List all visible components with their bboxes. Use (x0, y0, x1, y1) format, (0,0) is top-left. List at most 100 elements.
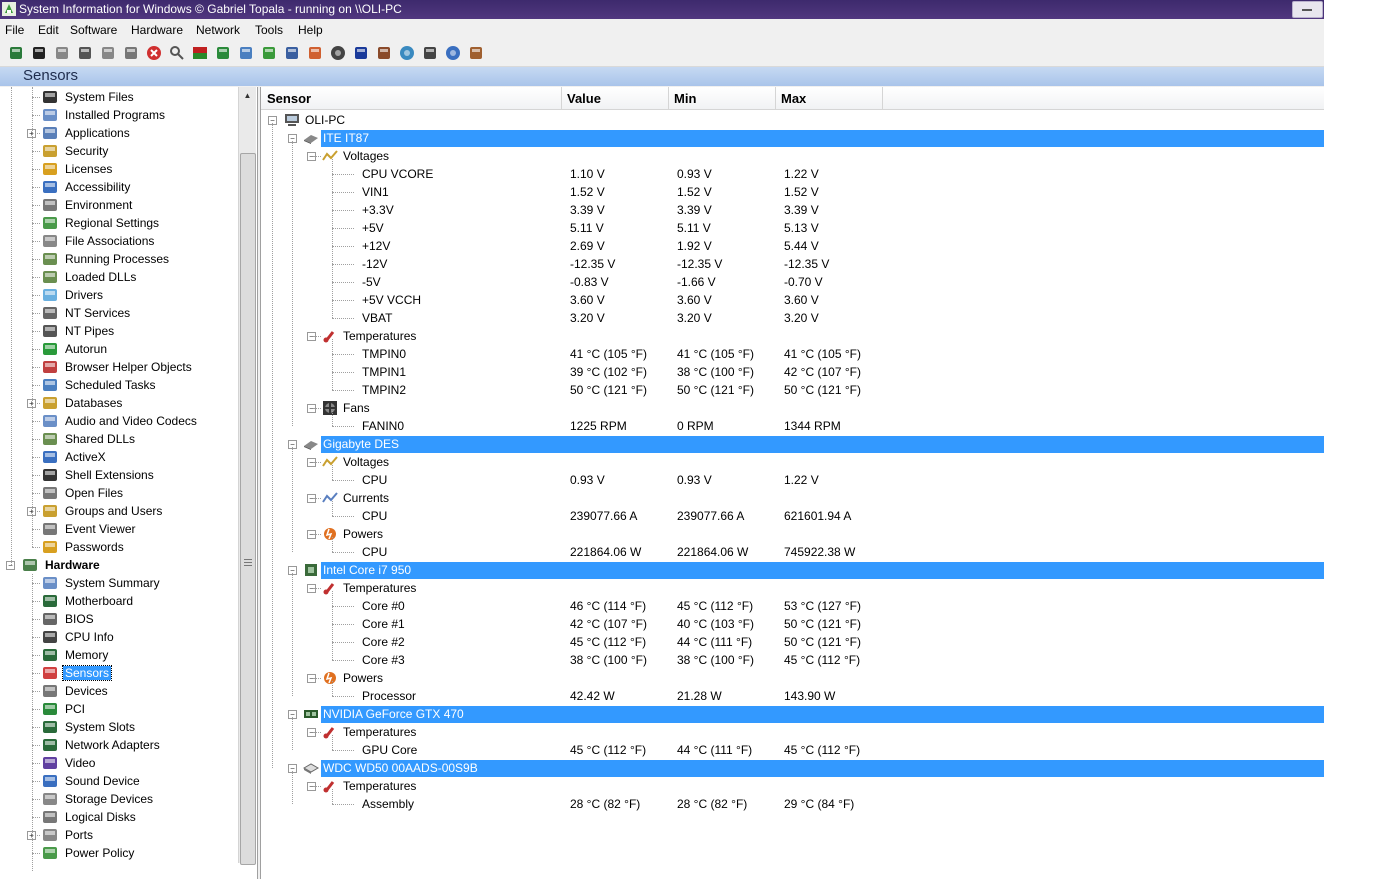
tree-item-ports[interactable]: + Ports (0, 826, 238, 844)
tree-item-installed-programs[interactable]: Installed Programs (0, 106, 238, 124)
sensor-row-12v[interactable]: +12V 2.69 V 1.92 V 5.44 V (261, 237, 1324, 255)
group-row-temperatures[interactable]: − Temperatures (261, 579, 1324, 597)
group-row-powers[interactable]: − Powers (261, 525, 1324, 543)
menu-network[interactable]: Network (196, 23, 240, 37)
sensor-row-vbat[interactable]: VBAT 3.20 V 3.20 V 3.20 V (261, 309, 1324, 327)
tree-item-drivers[interactable]: Drivers (0, 286, 238, 304)
tree-item-passwords[interactable]: Passwords (0, 538, 238, 556)
tree-item-shared-dlls[interactable]: Shared DLLs (0, 430, 238, 448)
sensor-row-core-3[interactable]: Core #3 38 °C (100 °F) 38 °C (100 °F) 45 °C… (261, 651, 1324, 669)
tree-item-browser-helper-objects[interactable]: Browser Helper Objects (0, 358, 238, 376)
sensor-row-vin1[interactable]: VIN1 1.52 V 1.52 V 1.52 V (261, 183, 1324, 201)
sensor-row-fanin0[interactable]: FANIN0 1225 RPM 0 RPM 1344 RPM (261, 417, 1324, 435)
device-row-nvidia-geforce-gtx-470[interactable]: − NVIDIA GeForce GTX 470 (261, 705, 1324, 723)
tree-item-video[interactable]: Video (0, 754, 238, 772)
menu-edit[interactable]: Edit (38, 23, 59, 37)
tree-item-pci[interactable]: PCI (0, 700, 238, 718)
tree-item-accessibility[interactable]: Accessibility (0, 178, 238, 196)
column-divider[interactable] (775, 87, 776, 109)
tree-item-scheduled-tasks[interactable]: Scheduled Tasks (0, 376, 238, 394)
tree-item-applications[interactable]: + Applications (0, 124, 238, 142)
tree-item-cpu-info[interactable]: CPU Info (0, 628, 238, 646)
tree-item-storage-devices[interactable]: Storage Devices (0, 790, 238, 808)
tree-item-audio-and-video-codecs[interactable]: Audio and Video Codecs (0, 412, 238, 430)
globe-icon[interactable] (399, 45, 415, 61)
shield-icon[interactable] (353, 45, 369, 61)
sensor-row-tmpin0[interactable]: TMPIN0 41 °C (105 °F) 41 °C (105 °F) 41 °C … (261, 345, 1324, 363)
copy-icon[interactable] (77, 45, 93, 61)
tree-item-power-policy[interactable]: Power Policy (0, 844, 238, 862)
tree-item-sound-device[interactable]: Sound Device (0, 772, 238, 790)
sensor-row-5v[interactable]: +5V 5.11 V 5.11 V 5.13 V (261, 219, 1324, 237)
exit-icon[interactable] (8, 45, 24, 61)
menu-hardware[interactable]: Hardware (131, 23, 183, 37)
cut-icon[interactable] (54, 45, 70, 61)
tree-item-running-processes[interactable]: Running Processes (0, 250, 238, 268)
stop-icon[interactable] (146, 45, 162, 61)
computer-row-oli-pc[interactable]: − OLI-PC (261, 111, 1324, 129)
info-icon[interactable] (307, 45, 323, 61)
tree-item-databases[interactable]: + Databases (0, 394, 238, 412)
device-row-wdc-wd50-00aads-00s9b[interactable]: − WDC WD50 00AADS-00S9B (261, 759, 1324, 777)
sensor-row-core-1[interactable]: Core #1 42 °C (107 °F) 40 °C (103 °F) 50 °C… (261, 615, 1324, 633)
sync-icon[interactable] (261, 45, 277, 61)
group-row-temperatures[interactable]: − Temperatures (261, 327, 1324, 345)
help-icon[interactable] (445, 45, 461, 61)
tree-item-environment[interactable]: Environment (0, 196, 238, 214)
gallery-icon[interactable] (376, 45, 392, 61)
tree-item-bios[interactable]: BIOS (0, 610, 238, 628)
tree-item-security[interactable]: Security (0, 142, 238, 160)
tree-item-motherboard[interactable]: Motherboard (0, 592, 238, 610)
tree-item-network-adapters[interactable]: Network Adapters (0, 736, 238, 754)
device-row-intel-core-i7-950[interactable]: − Intel Core i7 950 (261, 561, 1324, 579)
monitor-icon[interactable] (422, 45, 438, 61)
tree-scrollbar[interactable]: ▲ (238, 87, 256, 865)
tree-item-regional-settings[interactable]: Regional Settings (0, 214, 238, 232)
device-row-ite-it87[interactable]: − ITE IT87 (261, 129, 1324, 147)
tree-item-file-associations[interactable]: File Associations (0, 232, 238, 250)
sensor-row-assembly[interactable]: Assembly 28 °C (82 °F) 28 °C (82 °F) 29 °C … (261, 795, 1324, 813)
column-divider[interactable] (668, 87, 669, 109)
column-divider[interactable] (882, 87, 883, 109)
sensor-row-cpu[interactable]: CPU 221864.06 W 221864.06 W 745922.38 W (261, 543, 1324, 561)
column-header-value[interactable]: Value (567, 91, 601, 106)
tree-item-groups-and-users[interactable]: + Groups and Users (0, 502, 238, 520)
sensor-row-cpu-vcore[interactable]: CPU VCORE 1.10 V 0.93 V 1.22 V (261, 165, 1324, 183)
print-icon[interactable] (123, 45, 139, 61)
sensor-row-cpu[interactable]: CPU 0.93 V 0.93 V 1.22 V (261, 471, 1324, 489)
group-row-voltages[interactable]: − Voltages (261, 453, 1324, 471)
coffee-icon[interactable] (468, 45, 484, 61)
tree-item-activex[interactable]: ActiveX (0, 448, 238, 466)
title-bar[interactable]: System Information for Windows © Gabriel… (0, 0, 1324, 19)
tree-item-open-files[interactable]: Open Files (0, 484, 238, 502)
clock-icon[interactable] (330, 45, 346, 61)
sensor-row-5v[interactable]: -5V -0.83 V -1.66 V -0.70 V (261, 273, 1324, 291)
network-icon[interactable] (238, 45, 254, 61)
group-row-fans[interactable]: − Fans (261, 399, 1324, 417)
sensor-row-5v-vcch[interactable]: +5V VCCH 3.60 V 3.60 V 3.60 V (261, 291, 1324, 309)
tree-item-autorun[interactable]: Autorun (0, 340, 238, 358)
tree-item-sensors[interactable]: Sensors (0, 664, 238, 682)
device-row-gigabyte-des[interactable]: − Gigabyte DES (261, 435, 1324, 453)
group-row-temperatures[interactable]: − Temperatures (261, 777, 1324, 795)
document-icon[interactable] (284, 45, 300, 61)
sensor-row-processor[interactable]: Processor 42.42 W 21.28 W 143.90 W (261, 687, 1324, 705)
menu-file[interactable]: File (5, 23, 24, 37)
tree-item-shell-extensions[interactable]: Shell Extensions (0, 466, 238, 484)
column-header-min[interactable]: Min (674, 91, 696, 106)
column-header-max[interactable]: Max (781, 91, 806, 106)
report-icon[interactable] (192, 45, 208, 61)
sensor-row-core-0[interactable]: Core #0 46 °C (114 °F) 45 °C (112 °F) 53 °C… (261, 597, 1324, 615)
tree-item-system-summary[interactable]: System Summary (0, 574, 238, 592)
paste-icon[interactable] (100, 45, 116, 61)
tree-item-nt-pipes[interactable]: NT Pipes (0, 322, 238, 340)
group-row-powers[interactable]: − Powers (261, 669, 1324, 687)
column-header-sensor[interactable]: Sensor (267, 91, 311, 106)
sensor-list[interactable]: Sensor Value Min Max − OLI-PC − ITE IT87 − Volta… (260, 87, 1324, 879)
group-row-currents[interactable]: − Currents (261, 489, 1324, 507)
minimize-button[interactable] (1292, 1, 1323, 18)
sensor-row-gpu-core[interactable]: GPU Core 45 °C (112 °F) 44 °C (111 °F) 45 °… (261, 741, 1324, 759)
tree-item-event-viewer[interactable]: Event Viewer (0, 520, 238, 538)
scroll-up-arrow-icon[interactable]: ▲ (239, 87, 256, 104)
menu-software[interactable]: Software (70, 23, 117, 37)
